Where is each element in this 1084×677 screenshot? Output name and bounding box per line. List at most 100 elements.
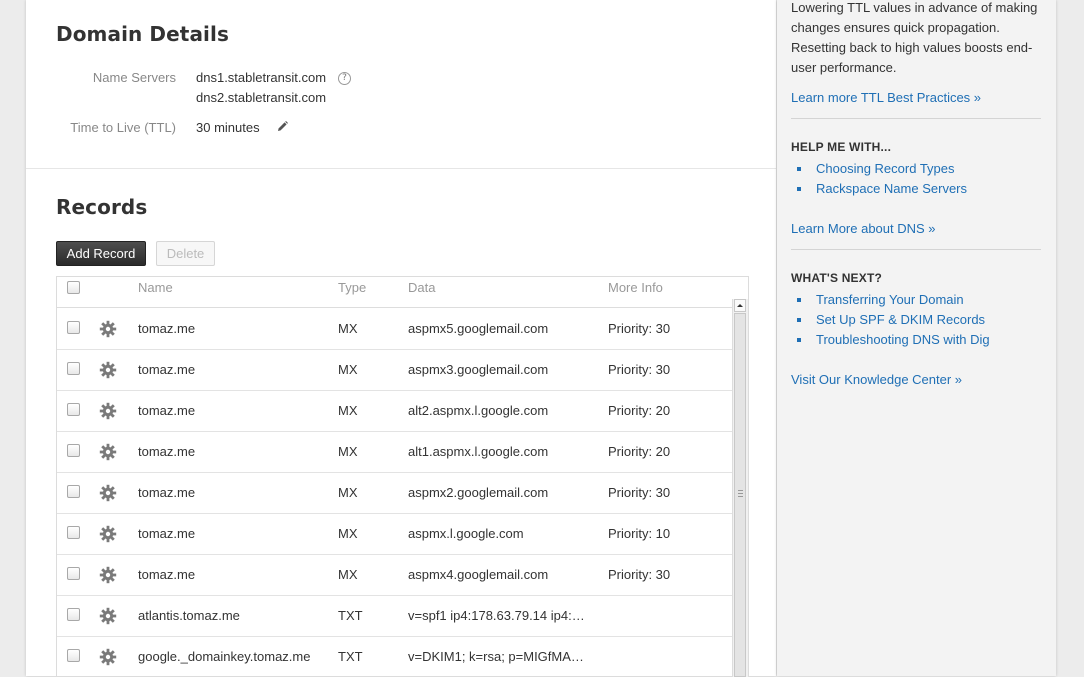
record-type: MX xyxy=(338,403,358,418)
record-name: tomaz.me xyxy=(138,526,196,541)
ttl-tip-line: changes ensures quick propagation. xyxy=(791,20,1000,35)
record-name: tomaz.me xyxy=(138,444,196,459)
bullet xyxy=(797,338,801,342)
row-checkbox[interactable] xyxy=(67,321,80,334)
table-header: Name Type Data More Info xyxy=(57,277,748,299)
record-type: TXT xyxy=(338,608,363,623)
gear-icon[interactable] xyxy=(99,402,117,420)
table-row[interactable]: tomaz.me MX aspmx3.googlemail.com Priority:… xyxy=(57,349,732,391)
row-checkbox[interactable] xyxy=(67,362,80,375)
table-row[interactable]: tomaz.me MX aspmx5.googlemail.com Priority:… xyxy=(57,308,732,350)
section-divider xyxy=(26,168,776,169)
record-name: google._domainkey.tomaz.me xyxy=(138,649,311,664)
row-checkbox[interactable] xyxy=(67,485,80,498)
name-server-2: dns2.stabletransit.com xyxy=(196,90,327,105)
ttl-tip-line: Resetting back to high values boosts end… xyxy=(791,40,1033,55)
ttl-tip-line: Lowering TTL values in advance of making xyxy=(791,0,1038,15)
record-more-info: Priority: 30 xyxy=(608,362,671,377)
learn-more-dns-link[interactable]: Learn More about DNS » xyxy=(791,221,936,236)
table-body: tomaz.me MX aspmx5.googlemail.com Priority:… xyxy=(57,307,732,677)
record-data: alt2.aspmx.l.google.com xyxy=(408,403,549,418)
table-row[interactable]: tomaz.me MX aspmx.l.google.com Priority: 10 xyxy=(57,513,732,555)
table-row[interactable]: atlantis.tomaz.me TXT v=spf1 ip4:178.63.79… xyxy=(57,595,732,637)
add-record-button[interactable]: Add Record xyxy=(56,241,146,266)
record-more-info: Priority: 10 xyxy=(608,526,671,541)
gear-icon[interactable] xyxy=(99,361,117,379)
scroll-up-button[interactable] xyxy=(734,299,746,312)
bullet xyxy=(797,318,801,322)
bullet xyxy=(797,167,801,171)
record-name: tomaz.me xyxy=(138,567,196,582)
gear-icon[interactable] xyxy=(99,484,117,502)
link-transferring-domain[interactable]: Transferring Your Domain xyxy=(816,292,964,307)
record-more-info: Priority: 30 xyxy=(608,485,671,500)
column-more-info[interactable]: More Info xyxy=(608,280,663,295)
record-name: tomaz.me xyxy=(138,321,196,336)
record-more-info: Priority: 20 xyxy=(608,403,671,418)
link-choosing-record-types[interactable]: Choosing Record Types xyxy=(816,161,955,176)
scroll-thumb[interactable] xyxy=(734,313,746,677)
domain-details-title: Domain Details xyxy=(56,22,229,46)
record-type: MX xyxy=(338,321,358,336)
record-data: aspmx.l.google.com xyxy=(408,526,524,541)
record-name: tomaz.me xyxy=(138,485,196,500)
bullet xyxy=(797,298,801,302)
link-rackspace-name-servers[interactable]: Rackspace Name Servers xyxy=(816,181,967,196)
table-row[interactable]: tomaz.me MX aspmx2.googlemail.com Priority:… xyxy=(57,472,732,514)
table-row[interactable]: tomaz.me MX alt1.aspmx.l.google.com Priorit… xyxy=(57,431,732,473)
record-data: v=spf1 ip4:178.63.79.14 ip4:… xyxy=(408,608,585,623)
sidebar-divider xyxy=(791,118,1041,119)
row-checkbox[interactable] xyxy=(67,526,80,539)
record-data: aspmx3.googlemail.com xyxy=(408,362,549,377)
row-checkbox[interactable] xyxy=(67,608,80,621)
column-type[interactable]: Type xyxy=(338,280,366,295)
knowledge-center-link[interactable]: Visit Our Knowledge Center » xyxy=(791,372,962,387)
record-type: MX xyxy=(338,526,358,541)
help-icon[interactable]: ? xyxy=(338,72,351,85)
record-type: MX xyxy=(338,362,358,377)
record-type: MX xyxy=(338,444,358,459)
ttl-tip-text: Lowering TTL values in advance of making… xyxy=(791,0,1046,78)
sidebar: Lowering TTL values in advance of making… xyxy=(777,0,1056,676)
help-heading: HELP ME WITH... xyxy=(791,140,892,154)
record-data: aspmx4.googlemail.com xyxy=(408,567,549,582)
gear-icon[interactable] xyxy=(99,607,117,625)
gear-icon[interactable] xyxy=(99,320,117,338)
row-checkbox[interactable] xyxy=(67,444,80,457)
link-spf-dkim[interactable]: Set Up SPF & DKIM Records xyxy=(816,312,985,327)
record-name: atlantis.tomaz.me xyxy=(138,608,240,623)
link-troubleshooting-dig[interactable]: Troubleshooting DNS with Dig xyxy=(816,332,990,347)
record-name: tomaz.me xyxy=(138,362,196,377)
ttl-best-practices-link[interactable]: Learn more TTL Best Practices » xyxy=(791,90,981,105)
column-data[interactable]: Data xyxy=(408,280,435,295)
row-checkbox[interactable] xyxy=(67,403,80,416)
record-more-info: Priority: 30 xyxy=(608,567,671,582)
gear-icon[interactable] xyxy=(99,648,117,666)
record-name: tomaz.me xyxy=(138,403,196,418)
table-scrollbar[interactable] xyxy=(732,299,748,677)
row-checkbox[interactable] xyxy=(67,649,80,662)
gear-icon[interactable] xyxy=(99,443,117,461)
gear-icon[interactable] xyxy=(99,566,117,584)
records-table: Name Type Data More Info tomaz.me MX aspmx… xyxy=(56,276,749,677)
record-type: MX xyxy=(338,567,358,582)
ttl-tip-line: user performance. xyxy=(791,60,897,75)
column-name[interactable]: Name xyxy=(138,280,173,295)
record-data: aspmx2.googlemail.com xyxy=(408,485,549,500)
ttl-label: Time to Live (TTL) xyxy=(70,120,176,135)
table-row[interactable]: tomaz.me MX alt2.aspmx.l.google.com Priorit… xyxy=(57,390,732,432)
table-row[interactable]: tomaz.me MX aspmx4.googlemail.com Priority:… xyxy=(57,554,732,596)
delete-button[interactable]: Delete xyxy=(156,241,215,266)
record-type: MX xyxy=(338,485,358,500)
gear-icon[interactable] xyxy=(99,525,117,543)
pencil-icon[interactable] xyxy=(276,120,289,138)
ttl-value: 30 minutes xyxy=(196,120,260,135)
main-panel: Domain Details Name Servers dns1.stablet… xyxy=(26,0,776,677)
select-all-checkbox[interactable] xyxy=(67,281,80,294)
record-data: aspmx5.googlemail.com xyxy=(408,321,549,336)
row-checkbox[interactable] xyxy=(67,567,80,580)
record-data: v=DKIM1; k=rsa; p=MIGfMA… xyxy=(408,649,584,664)
sidebar-divider xyxy=(791,249,1041,250)
table-row[interactable]: google._domainkey.tomaz.me TXT v=DKIM1; k=… xyxy=(57,636,732,677)
whats-next-heading: WHAT'S NEXT? xyxy=(791,271,883,285)
